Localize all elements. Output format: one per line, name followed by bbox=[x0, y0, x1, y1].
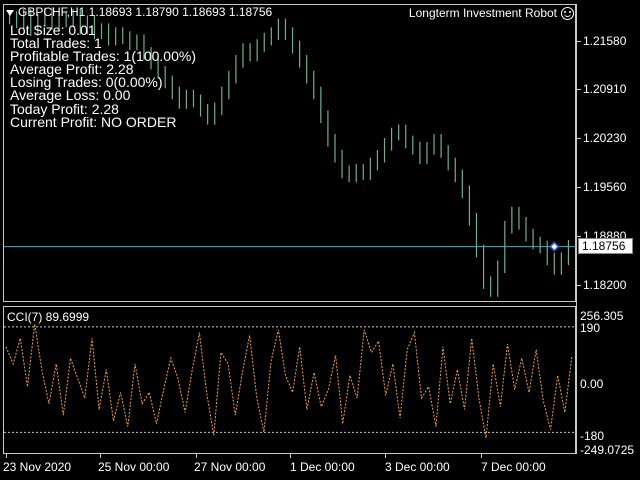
smiley-icon[interactable] bbox=[561, 7, 574, 21]
price-tick bbox=[577, 285, 581, 286]
cci-axis-label: 0.00 bbox=[580, 377, 604, 391]
time-axis-label: 1 Dec 00:00 bbox=[290, 460, 355, 474]
price-tick bbox=[577, 236, 581, 237]
cci-axis-label: -180 bbox=[580, 429, 605, 443]
current-price-label: 1.18756 bbox=[578, 238, 633, 254]
price-tick bbox=[577, 187, 581, 188]
robot-title: Longterm Investment Robot bbox=[408, 6, 574, 21]
cci-axis-label: -249.0725 bbox=[580, 443, 635, 457]
price-tick bbox=[577, 138, 581, 139]
price-axis-label: 1.18200 bbox=[583, 278, 627, 292]
price-axis-label: 1.19560 bbox=[583, 180, 627, 194]
price-tick bbox=[577, 89, 581, 90]
time-tick bbox=[6, 454, 7, 458]
time-axis-label: 23 Nov 2020 bbox=[3, 460, 72, 474]
chart-window[interactable]: GBPCHF,H1 1.18693 1.18790 1.18693 1.1875… bbox=[0, 0, 640, 480]
robot-title-text: Longterm Investment Robot bbox=[408, 6, 557, 20]
time-tick bbox=[481, 454, 482, 458]
time-axis-label: 3 Dec 00:00 bbox=[385, 460, 450, 474]
cci-title: CCI(7) 89.6999 bbox=[7, 310, 90, 324]
time-tick bbox=[100, 454, 101, 458]
symbol-info-text: GBPCHF,H1 1.18693 1.18790 1.18693 1.1875… bbox=[18, 5, 273, 19]
time-tick bbox=[290, 454, 291, 458]
symbol-info: GBPCHF,H1 1.18693 1.18790 1.18693 1.1875… bbox=[6, 5, 272, 19]
time-tick bbox=[196, 454, 197, 458]
time-axis-label: 27 Nov 00:00 bbox=[194, 460, 266, 474]
price-axis-label: 1.21580 bbox=[583, 34, 627, 48]
stats-panel: Lot Size: 0.01 Total Trades: 1 Profitabl… bbox=[10, 23, 196, 130]
time-axis-label: 25 Nov 00:00 bbox=[98, 460, 170, 474]
stat-current-profit: Current Profit: NO ORDER bbox=[10, 113, 177, 130]
dropdown-arrow-icon[interactable] bbox=[6, 9, 14, 16]
price-axis-label: 1.20230 bbox=[583, 131, 627, 145]
trade-marker-icon bbox=[549, 241, 560, 252]
price-tick bbox=[577, 41, 581, 42]
time-tick bbox=[385, 454, 386, 458]
price-axis-label: 1.20910 bbox=[583, 82, 627, 96]
cci-line bbox=[5, 323, 573, 439]
cci-axis-label: 190 bbox=[580, 321, 601, 335]
time-axis-label: 7 Dec 00:00 bbox=[481, 460, 546, 474]
